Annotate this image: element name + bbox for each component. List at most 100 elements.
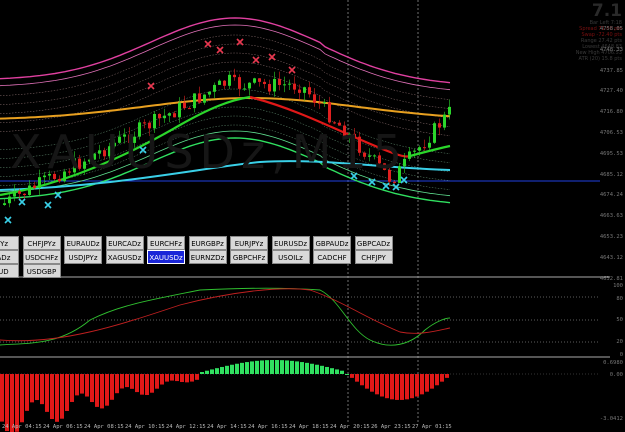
histogram-bar [400,374,404,400]
buy-signal [18,198,26,206]
histogram-bar [165,374,169,382]
symbol-button[interactable]: USOILz [271,250,310,264]
histogram-bar [375,374,379,395]
symbol-button[interactable]: CADz [0,250,19,264]
histogram-bar [215,368,219,374]
price-label: 4758.05 [599,26,623,32]
histogram-bar [90,374,94,403]
symbol-button[interactable]: GBPCADz [354,236,393,250]
candle-body [178,102,181,118]
symbol-button[interactable]: GBPCHFz [230,250,268,264]
rsi-label: 0 [619,352,623,358]
symbol-button[interactable]: EURGBPz [188,236,227,250]
histogram-bar [205,370,209,374]
histogram-bar [385,374,389,399]
candle-body [183,102,186,109]
candle-body [278,78,281,85]
histogram-bar [130,374,134,389]
histogram-bar [355,374,359,382]
upper-band [0,24,451,91]
buy-signal [4,216,12,224]
candle-body [58,178,61,182]
histogram-bar [30,374,34,403]
symbol-button[interactable]: AUD [0,264,19,278]
info-panel: 7.1 Bar Left 7:18 Spread 71.00 pts Swap -7… [576,2,622,62]
symbol-button[interactable]: XAUUSDz [147,250,185,264]
symbol-button[interactable]: EURCHFz [147,236,185,250]
symbol-button[interactable]: EURJPYz [230,236,268,250]
candle-body [243,88,246,90]
price-label: 4695.53 [599,150,623,157]
candle-body [253,78,256,83]
histogram-bar [415,374,419,397]
histogram-bar [35,374,39,401]
symbol-button[interactable]: USDJPYz [64,250,102,264]
price-label: 4727.40 [599,88,623,95]
candle-body [408,151,411,159]
orange-ma [0,97,451,120]
price-label: 4737.85 [599,67,623,74]
info-row: ATR (20) 15.8 pts [578,56,622,62]
sell-signal [268,53,276,61]
histogram-bar [220,366,224,374]
symbol-button[interactable]: XAGUSDz [105,250,144,264]
histogram-bar [315,364,319,374]
sell-signal [216,46,224,54]
symbol-button[interactable]: EURUSDz [271,236,310,250]
symbol-button[interactable]: GBPAUDz [313,236,351,250]
candle-body [218,80,221,85]
histogram-bar [410,374,414,399]
symbol-button[interactable]: JPYz [0,236,19,250]
histogram-bar [110,374,114,400]
time-label: 24 Apr 10:15 [125,424,165,430]
symbol-button[interactable]: USDGBP [22,264,61,278]
symbol-button[interactable]: CADCHF [313,250,351,264]
time-label: 24 Apr 16:15 [248,424,288,430]
histogram-bar [55,374,59,422]
histogram-bar [320,365,324,374]
histogram-bar [440,374,444,382]
candle-body [308,87,311,95]
candle-body [313,94,316,103]
histogram-bar [395,374,399,400]
candle-body [333,122,336,124]
price-label: 4653.23 [599,234,623,240]
symbol-button[interactable]: USDCHFz [22,250,61,264]
histogram-bar [250,361,254,374]
price-label: 4716.80 [599,109,623,116]
histogram-bar [350,374,354,378]
candle-body [163,115,166,119]
histogram-bar [345,374,349,375]
time-label: 24 Apr 14:15 [207,424,247,430]
histogram-bar [95,374,99,407]
candle-body [448,106,451,115]
sell-signal [204,40,212,48]
symbol-button[interactable]: EURNZDz [188,250,227,264]
candle-body [28,185,31,196]
time-label: 24 Apr 06:15 [43,424,83,430]
price-label: 4663.63 [599,213,623,220]
symbol-button[interactable]: CHFJPY [354,250,393,264]
histogram-bar [80,374,84,394]
histogram-bar [5,374,9,432]
symbol-button[interactable]: EURCADz [105,236,144,250]
candle-body [8,196,11,204]
candle-body [203,94,206,103]
price-label: 4748.33 [599,46,623,53]
symbol-button[interactable]: EURAUDz [64,236,102,250]
histogram-bar [275,360,279,374]
symbol-button[interactable]: CHFJPYz [22,236,61,250]
candle-body [228,74,231,86]
grid [0,0,610,424]
rsi-label: 20 [616,339,623,345]
sell-signal [147,82,155,90]
histogram-bar [210,369,214,374]
histogram-bar [155,374,159,389]
histogram-bar [260,360,264,374]
histogram-bar [75,374,79,396]
sell-signal [288,66,296,74]
histogram-bar [225,365,229,374]
candle-body [238,77,241,89]
candle-body [293,83,296,90]
candle-body [443,114,446,128]
